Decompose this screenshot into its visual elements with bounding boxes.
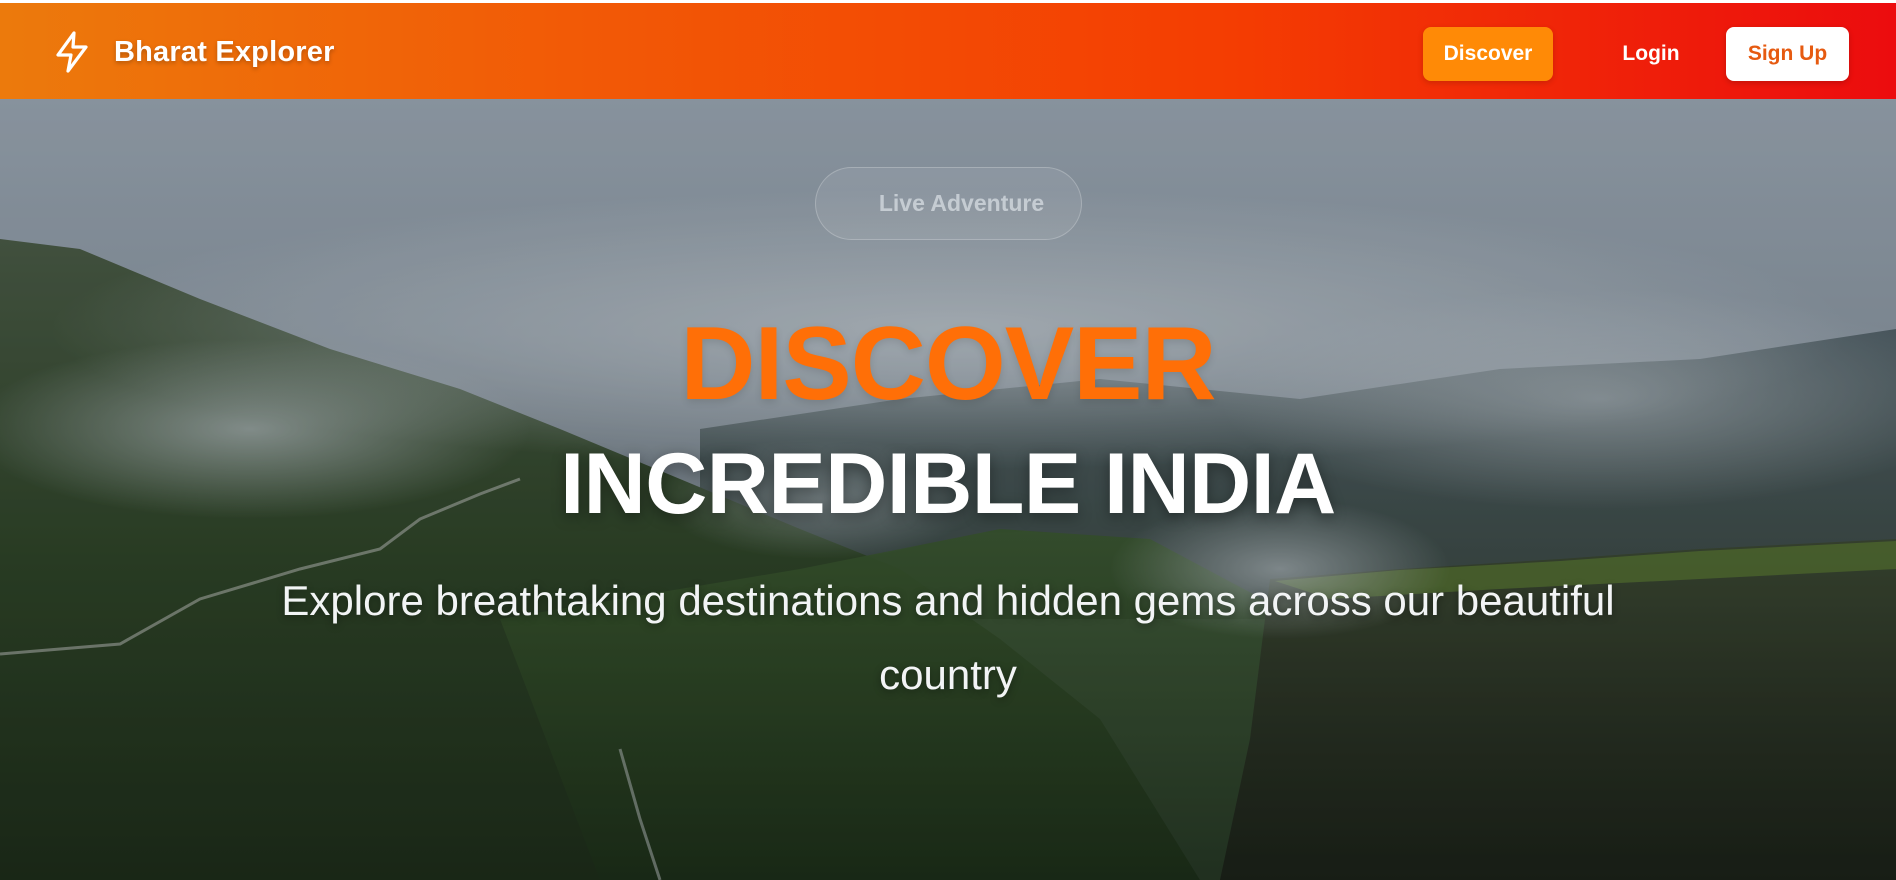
login-button[interactable]: Login <box>1600 27 1702 81</box>
hero-subtitle: Explore breathtaking destinations and hi… <box>281 577 1615 698</box>
lightning-bolt-icon <box>52 30 92 74</box>
top-navbar: Bharat Explorer Discover Login Sign Up <box>0 3 1896 99</box>
hero-section: Live Adventure DISCOVER INCREDIBLE INDIA… <box>0 99 1896 880</box>
hero-title-incredible-india: INCREDIBLE INDIA <box>560 436 1336 532</box>
discover-button[interactable]: Discover <box>1423 27 1553 81</box>
sign-up-button[interactable]: Sign Up <box>1726 27 1849 81</box>
hero-title-discover: DISCOVER <box>680 306 1216 422</box>
live-adventure-text: Live Adventure <box>878 190 1045 216</box>
live-adventure-badge: Live Adventure <box>815 167 1082 240</box>
brand-name: Bharat Explorer <box>114 35 335 68</box>
brand-logo[interactable]: Bharat Explorer <box>52 30 335 74</box>
